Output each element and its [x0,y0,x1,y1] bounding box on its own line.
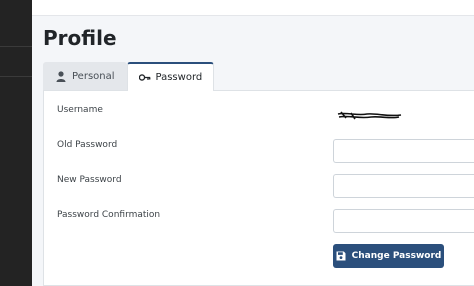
password-confirmation-field[interactable] [333,209,474,233]
tab-personal[interactable]: Personal [43,62,127,90]
sidebar-divider [0,76,32,77]
tab-personal-label: Personal [72,71,115,82]
tab-password[interactable]: Password [126,62,215,91]
save-icon [336,251,346,261]
redaction-scribble [337,111,402,120]
old-password-label: Old Password [57,140,118,150]
sidebar [0,0,32,286]
change-password-label: Change Password [351,251,442,261]
tab-password-label: Password [155,72,203,83]
old-password-field[interactable] [333,139,474,163]
top-navbar [32,0,474,16]
key-icon [138,72,151,84]
page-title: Profile [43,26,117,50]
password-confirmation-label: Password Confirmation [57,210,161,220]
user-icon [55,71,67,83]
change-password-button[interactable]: Change Password [333,244,444,268]
username-label: Username [57,105,103,115]
new-password-label: New Password [57,175,122,185]
profile-tabs: Personal Password [43,62,215,91]
sidebar-divider [0,46,32,47]
new-password-field[interactable] [333,174,474,198]
